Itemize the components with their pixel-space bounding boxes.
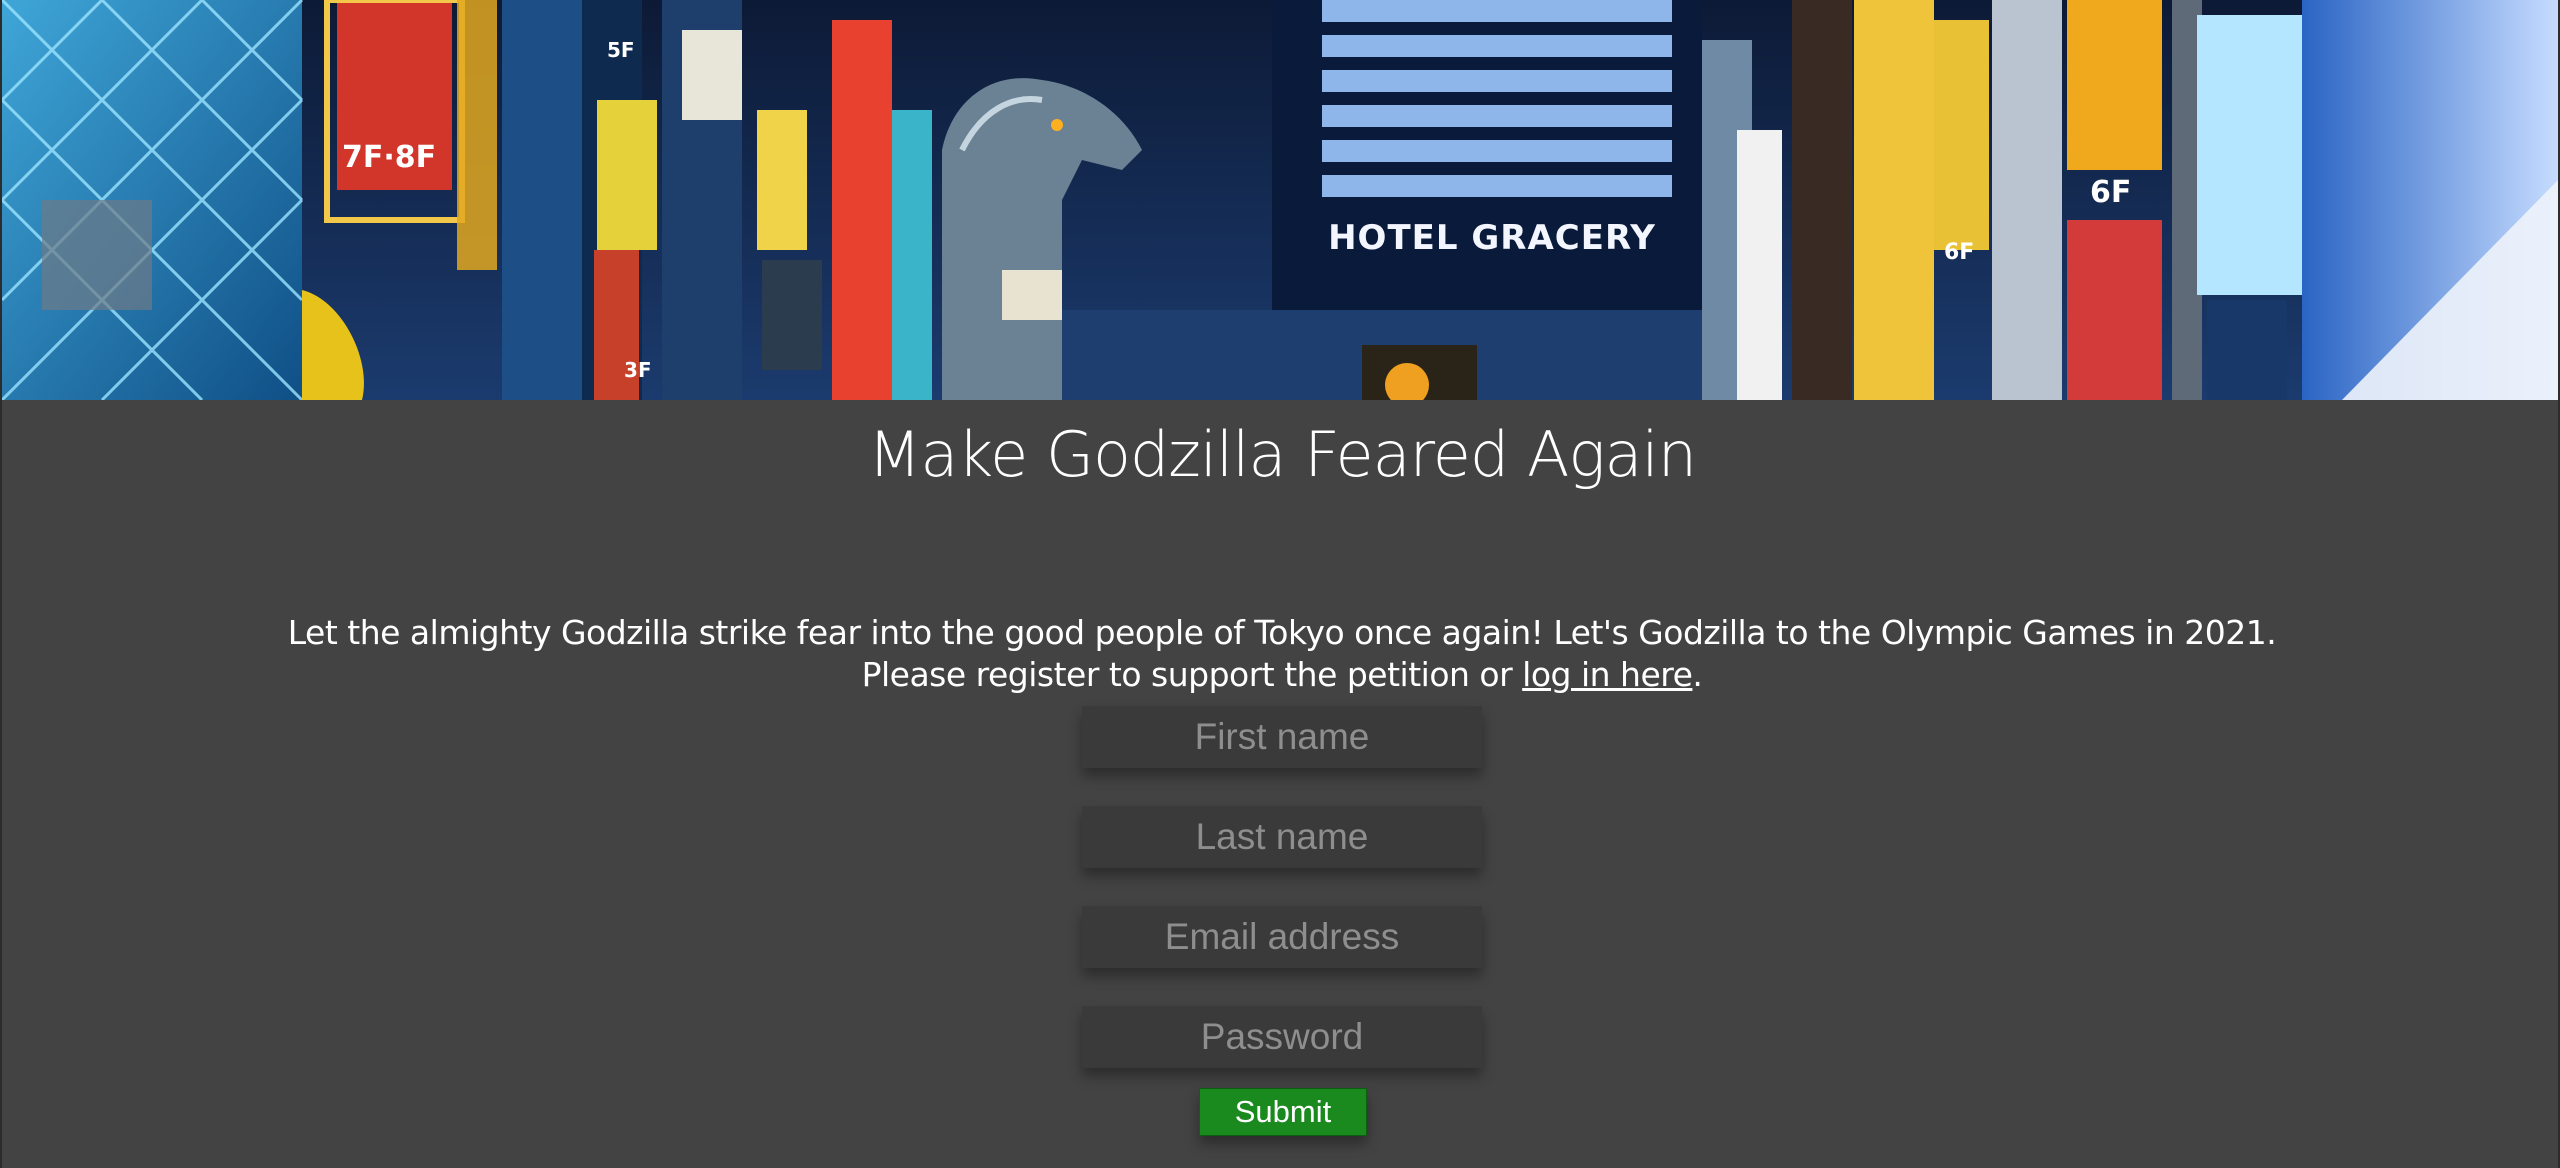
first-name-input[interactable] — [1082, 706, 1482, 768]
submit-button[interactable]: Submit — [1199, 1088, 1367, 1136]
hotel-gracery-sign: HOTEL GRACERY — [1328, 218, 1656, 258]
intro-line-2-suffix: . — [1692, 655, 1703, 694]
hero-banner-image: HOTEL GRACERY 7F·8F 6F 6F 5F 3F — [2, 0, 2558, 400]
login-link[interactable]: log in here — [1522, 655, 1693, 694]
intro-line-2-prefix: Please register to support the petition … — [861, 655, 1523, 694]
sign-5f: 5F — [607, 38, 635, 62]
sign-3f: 3F — [624, 358, 652, 382]
password-input[interactable] — [1082, 1006, 1482, 1068]
tokyo-street-illustration — [2, 0, 2558, 400]
page: HOTEL GRACERY 7F·8F 6F 6F 5F 3F Make God… — [0, 0, 2560, 1168]
sign-6f-small: 6F — [1944, 240, 1975, 265]
last-name-input[interactable] — [1082, 806, 1482, 868]
sign-6f: 6F — [2090, 175, 2132, 210]
email-input[interactable] — [1082, 906, 1482, 968]
intro-line-1: Let the almighty Godzilla strike fear in… — [287, 613, 2277, 652]
intro-line-2: Please register to support the petition … — [2, 654, 2560, 696]
sign-7f-8f: 7F·8F — [342, 140, 437, 175]
page-title: Make Godzilla Feared Again — [867, 418, 1697, 491]
intro-text: Let the almighty Godzilla strike fear in… — [2, 612, 2560, 696]
